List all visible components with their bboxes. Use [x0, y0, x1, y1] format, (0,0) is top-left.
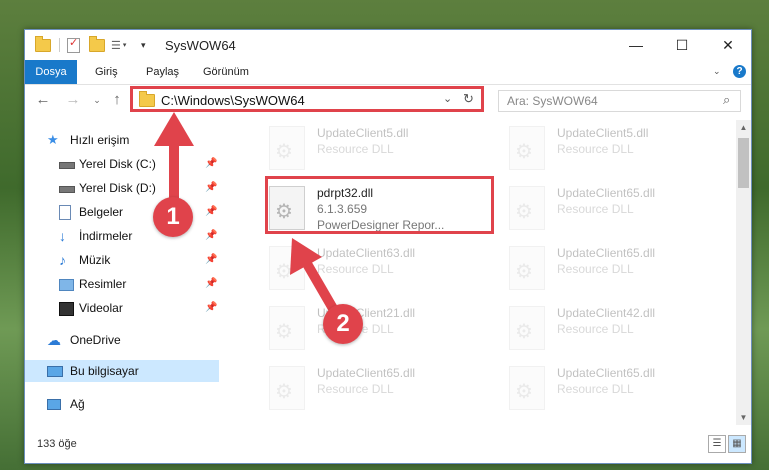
callout-arrows — [154, 112, 340, 315]
callout-badge-1: 1 — [153, 197, 193, 237]
callout-badge-2: 2 — [323, 304, 363, 344]
arrow-2-shaft — [301, 259, 340, 315]
arrow-1-head — [154, 112, 194, 146]
